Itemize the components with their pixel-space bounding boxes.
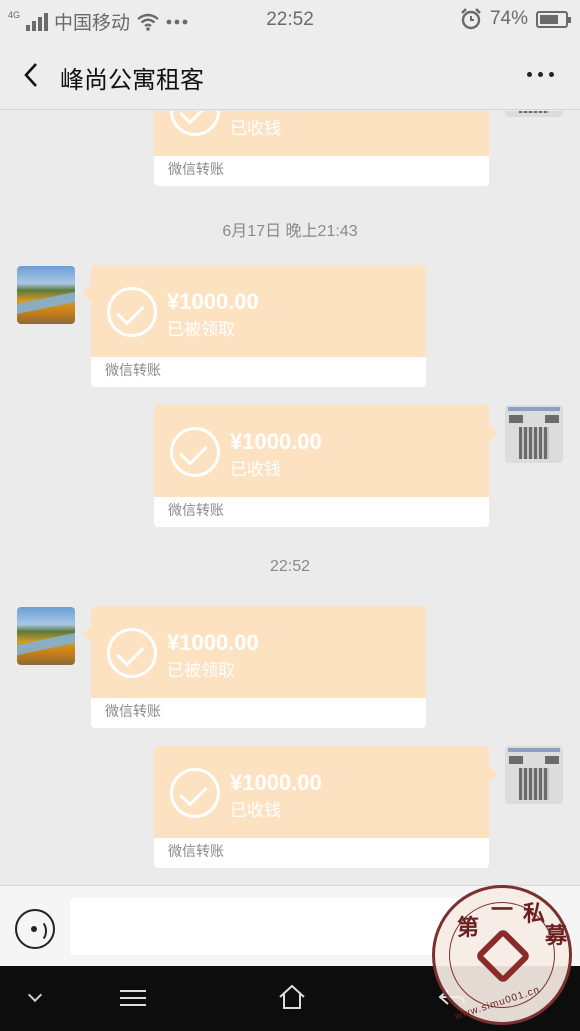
status-bar: 4G 中国移动 22:52 74% (0, 0, 580, 40)
timestamp: 6月17日 晚上21:43 (222, 223, 358, 240)
contact-avatar[interactable] (17, 607, 75, 665)
transfer-footer: 微信转账 (168, 502, 224, 518)
transfer-amount: ¥1000.00 (167, 289, 259, 314)
checkmark-icon (170, 111, 220, 136)
transfer-card: 已收钱 (154, 111, 489, 156)
checkmark-icon (170, 768, 220, 818)
bubble-tail (489, 766, 498, 782)
my-avatar[interactable] (505, 746, 563, 804)
chat-area[interactable]: 已收钱 微信转账 6月17日 晚上21:43 ¥1000.00 已被领取 微信转… (0, 111, 580, 885)
transfer-message[interactable]: ¥1000.00 已收钱 微信转账 (154, 746, 489, 868)
transfer-message[interactable]: 已收钱 微信转账 (154, 111, 489, 186)
transfer-status: 已收钱 (230, 801, 281, 820)
timestamp: 22:52 (269, 558, 311, 575)
transfer-status: 已被领取 (167, 661, 235, 680)
transfer-status: 已收钱 (230, 119, 281, 138)
alarm-icon (461, 8, 481, 30)
transfer-status: 已被领取 (167, 320, 235, 339)
my-avatar[interactable] (505, 405, 563, 463)
battery-icon (536, 10, 571, 28)
watermark-char: 募 (545, 923, 568, 948)
transfer-card: ¥1000.00 已被领取 (91, 606, 426, 698)
transfer-footer: 微信转账 (168, 843, 224, 859)
chat-title: 峰尚公寓租客 (60, 67, 204, 94)
watermark-char: 第 (457, 915, 480, 940)
collapse-down-icon[interactable] (27, 987, 43, 1003)
watermark-char: 私 (523, 901, 546, 926)
transfer-amount: ¥1000.00 (230, 770, 322, 795)
transfer-footer: 微信转账 (105, 703, 161, 719)
transfer-footer: 微信转账 (168, 161, 224, 177)
transfer-amount: ¥1000.00 (167, 630, 259, 655)
transfer-card: ¥1000.00 已收钱 (154, 405, 489, 497)
status-right: 74% (460, 8, 571, 30)
transfer-message[interactable]: ¥1000.00 已收钱 微信转账 (154, 405, 489, 527)
battery-fill (540, 14, 558, 24)
bubble-tail (489, 425, 498, 441)
voice-input-icon[interactable] (15, 909, 55, 949)
transfer-status: 已收钱 (230, 460, 281, 479)
contact-avatar[interactable] (17, 266, 75, 324)
watermark-stamp: 第 一 私 募 www.simu001.cn (432, 885, 572, 1025)
transfer-amount: ¥1000.00 (230, 429, 322, 454)
battery-percent: 74% (489, 8, 528, 29)
transfer-card: ¥1000.00 已收钱 (154, 746, 489, 838)
checkmark-icon (107, 287, 157, 337)
transfer-card: ¥1000.00 已被领取 (91, 265, 426, 357)
menu-icon[interactable] (120, 990, 146, 1006)
my-avatar[interactable] (505, 111, 563, 117)
chevron-left-icon[interactable] (18, 60, 48, 90)
chat-header: 峰尚公寓租客 (0, 40, 580, 110)
home-icon[interactable] (278, 984, 306, 1010)
checkmark-icon (170, 427, 220, 477)
transfer-message[interactable]: ¥1000.00 已被领取 微信转账 (91, 265, 426, 387)
watermark-char: 一 (491, 897, 514, 922)
transfer-footer: 微信转账 (105, 362, 161, 378)
transfer-message[interactable]: ¥1000.00 已被领取 微信转账 (91, 606, 426, 728)
checkmark-icon (107, 628, 157, 678)
bubble-tail (82, 285, 91, 301)
bubble-tail (82, 626, 91, 642)
more-horizontal-icon[interactable] (527, 72, 554, 77)
